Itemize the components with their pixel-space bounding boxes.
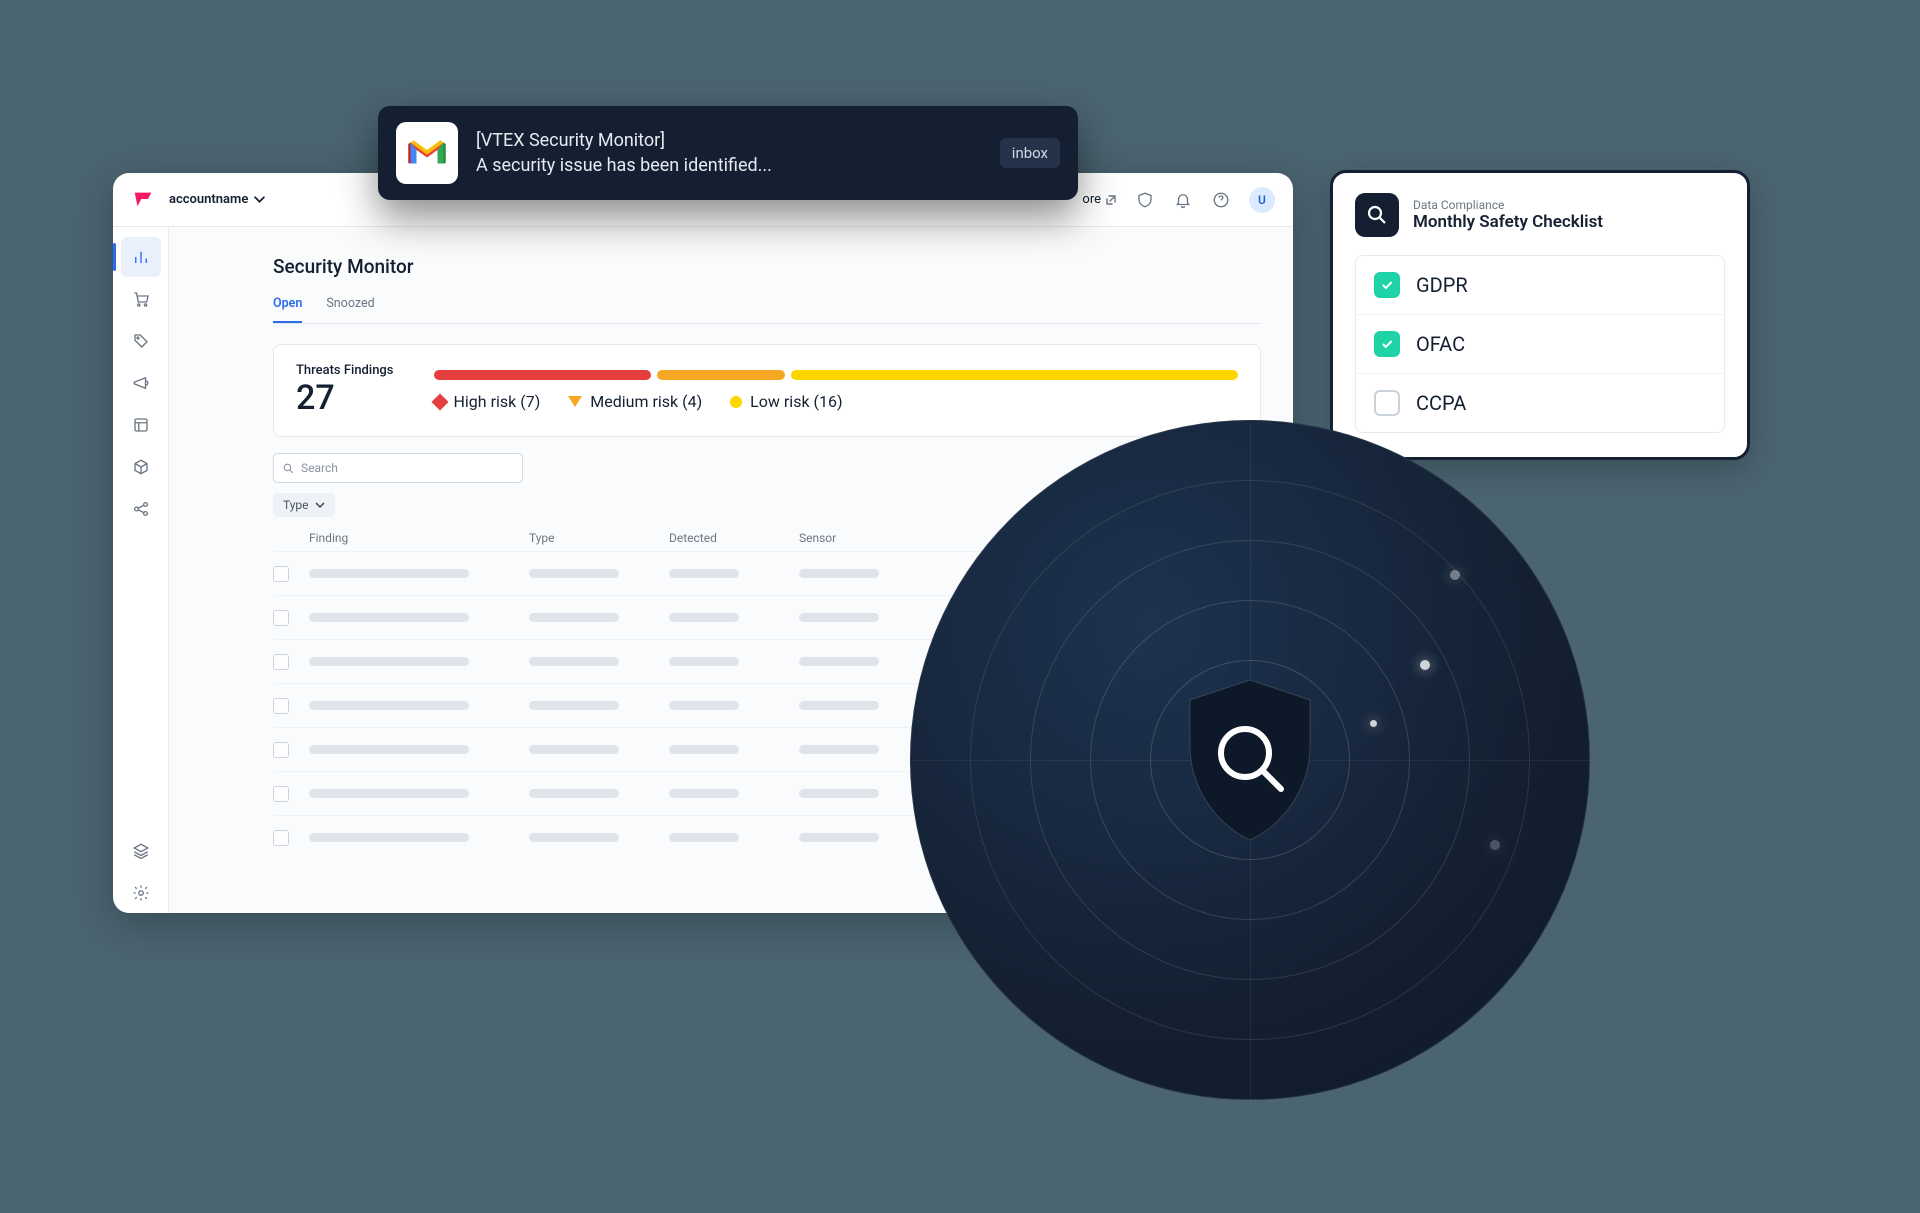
check-icon: [1374, 272, 1400, 298]
radar-blip: [1420, 660, 1430, 670]
radar-blip: [1490, 840, 1500, 850]
radar-blip: [1370, 720, 1377, 727]
row-checkbox[interactable]: [273, 566, 289, 582]
tabs: Open Snoozed: [273, 296, 1261, 324]
external-link-icon: [1105, 194, 1117, 206]
bar-high: [434, 370, 651, 380]
chevron-down-icon: [315, 500, 325, 510]
type-filter[interactable]: Type: [273, 493, 335, 517]
col-type: Type: [529, 531, 669, 545]
checklist-items: GDPR OFAC CCPA: [1355, 255, 1725, 433]
sidebar-item-promotions[interactable]: [121, 363, 161, 403]
search-placeholder: Search: [301, 461, 338, 475]
search-icon: [282, 462, 295, 475]
col-finding: Finding: [309, 531, 529, 545]
sidebar: [113, 227, 169, 913]
help-icon[interactable]: [1211, 190, 1231, 210]
check-icon: [1374, 331, 1400, 357]
circle-icon: [730, 396, 742, 408]
account-name-label: accountname: [169, 192, 248, 207]
search-input[interactable]: Search: [273, 453, 523, 483]
row-checkbox[interactable]: [273, 742, 289, 758]
vtex-logo-icon: [131, 188, 155, 212]
store-link-label: ore: [1082, 192, 1101, 207]
email-notification-toast[interactable]: [VTEX Security Monitor] A security issue…: [378, 106, 1078, 200]
tab-open[interactable]: Open: [273, 296, 302, 323]
bar-medium: [657, 370, 786, 380]
magnifier-icon: [1355, 193, 1399, 237]
summary-count: 27: [296, 378, 394, 418]
user-avatar[interactable]: U: [1249, 187, 1275, 213]
row-checkbox[interactable]: [273, 786, 289, 802]
radar-graphic: [910, 420, 1590, 1100]
store-link[interactable]: ore: [1082, 192, 1117, 207]
row-checkbox[interactable]: [273, 610, 289, 626]
shield-icon[interactable]: [1135, 190, 1155, 210]
page-title: Security Monitor: [273, 255, 1261, 278]
legend-low: Low risk (16): [730, 392, 842, 411]
bar-low: [791, 370, 1238, 380]
row-checkbox[interactable]: [273, 654, 289, 670]
row-checkbox[interactable]: [273, 830, 289, 846]
check-icon: [1374, 390, 1400, 416]
risk-distribution-bar: [434, 370, 1239, 380]
row-checkbox[interactable]: [273, 698, 289, 714]
risk-legend: High risk (7) Medium risk (4) Low risk (…: [434, 392, 1239, 411]
bell-icon[interactable]: [1173, 190, 1193, 210]
sidebar-item-inventory[interactable]: [121, 447, 161, 487]
sidebar-item-settings[interactable]: [121, 873, 161, 913]
col-detected: Detected: [669, 531, 799, 545]
sidebar-item-tags[interactable]: [121, 321, 161, 361]
checklist-item[interactable]: GDPR: [1356, 256, 1724, 315]
diamond-icon: [431, 393, 448, 410]
sidebar-item-layout[interactable]: [121, 405, 161, 445]
checklist-title: Monthly Safety Checklist: [1413, 212, 1603, 232]
legend-high: High risk (7): [434, 392, 541, 411]
checklist-item[interactable]: OFAC: [1356, 315, 1724, 374]
chevron-down-icon: [254, 194, 265, 205]
checklist-header: Data Compliance Monthly Safety Checklist: [1355, 193, 1725, 237]
tab-snoozed[interactable]: Snoozed: [326, 296, 374, 323]
sidebar-item-layers[interactable]: [121, 831, 161, 871]
toast-message: [VTEX Security Monitor] A security issue…: [476, 128, 982, 178]
checklist-subtitle: Data Compliance: [1413, 198, 1603, 212]
sidebar-item-orders[interactable]: [121, 279, 161, 319]
triangle-down-icon: [568, 396, 582, 407]
gmail-icon: [396, 122, 458, 184]
summary-label: Threats Findings: [296, 363, 394, 378]
legend-medium: Medium risk (4): [568, 392, 702, 411]
safety-checklist-panel: Data Compliance Monthly Safety Checklist…: [1330, 170, 1750, 460]
shield-magnifier-icon: [1175, 675, 1325, 845]
radar-blip: [1450, 570, 1460, 580]
sidebar-item-analytics[interactable]: [121, 237, 161, 277]
inbox-badge: inbox: [1000, 138, 1060, 168]
sidebar-item-share[interactable]: [121, 489, 161, 529]
header-actions: ore U: [1082, 187, 1275, 213]
account-switcher[interactable]: accountname: [169, 192, 265, 207]
